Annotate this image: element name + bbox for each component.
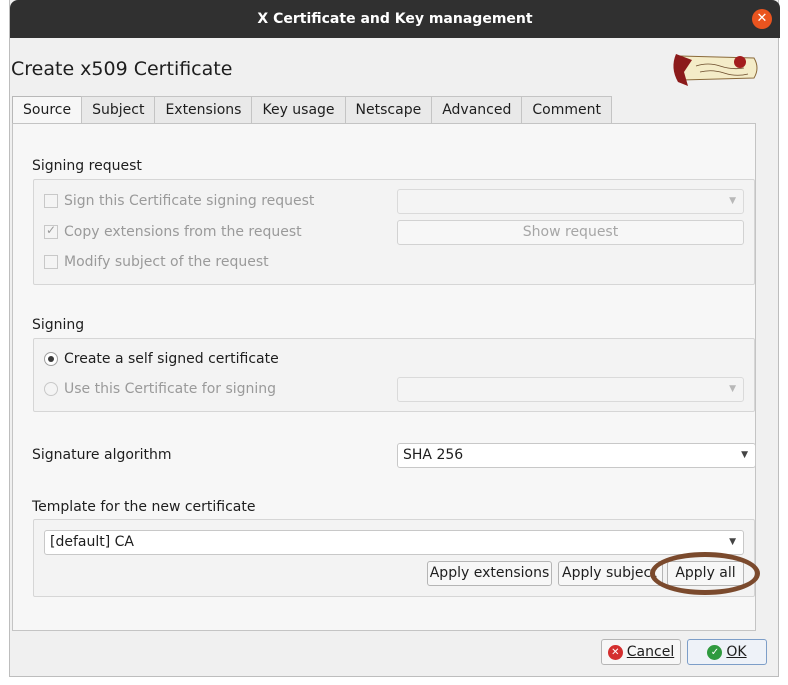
tab-subject[interactable]: Subject — [81, 96, 156, 124]
highlight-ellipse — [650, 552, 760, 595]
sign-csr-label: Sign this Certificate signing request — [64, 193, 315, 209]
signature-algorithm-label: Signature algorithm — [32, 447, 172, 463]
tab-advanced[interactable]: Advanced — [431, 96, 523, 124]
chevron-down-icon: ▼ — [741, 450, 748, 460]
use-cert-radio[interactable]: Use this Certificate for signing — [44, 381, 276, 397]
signing-cert-select[interactable]: ▼ — [397, 377, 744, 402]
cancel-label: Cancel — [626, 644, 675, 660]
modify-subject-checkbox[interactable]: Modify subject of the request — [44, 254, 269, 270]
template-select[interactable]: [default] CA ▼ — [44, 530, 744, 555]
radio-dot — [48, 356, 54, 362]
modify-subject-label: Modify subject of the request — [64, 254, 269, 270]
cancel-button[interactable]: ✕ Cancel — [601, 639, 681, 665]
tab-extensions[interactable]: Extensions — [154, 96, 253, 124]
signature-algorithm-select[interactable]: SHA 256 ▼ — [397, 443, 756, 468]
ok-label: OK — [726, 644, 747, 660]
close-icon[interactable]: ✕ — [752, 9, 772, 29]
cancel-icon: ✕ — [607, 644, 623, 660]
self-signed-label: Create a self signed certificate — [64, 351, 279, 367]
template-value: [default] CA — [50, 534, 134, 550]
tab-comment[interactable]: Comment — [521, 96, 612, 124]
signature-algorithm-value: SHA 256 — [403, 447, 464, 463]
tab-bar: Source Subject Extensions Key usage Nets… — [12, 96, 612, 126]
scroll-logo — [662, 48, 762, 94]
self-signed-radio[interactable]: Create a self signed certificate — [44, 351, 279, 367]
check-icon: ✓ — [46, 223, 57, 237]
dialog-heading: Create x509 Certificate — [11, 58, 233, 80]
checkbox-box — [44, 194, 58, 208]
show-request-button[interactable]: Show request — [397, 220, 744, 245]
tab-netscape[interactable]: Netscape — [344, 96, 433, 124]
apply-extensions-button[interactable]: Apply extensions — [427, 561, 552, 586]
ok-icon: ✓ — [707, 644, 723, 660]
checkbox-box: ✓ — [44, 223, 58, 239]
chevron-down-icon: ▼ — [729, 196, 736, 206]
radio-circle — [44, 382, 58, 396]
ok-button[interactable]: ✓ OK — [687, 639, 767, 665]
window-title: X Certificate and Key management — [257, 11, 533, 27]
tab-source[interactable]: Source — [12, 96, 83, 126]
copy-extensions-label: Copy extensions from the request — [64, 224, 302, 240]
template-label: Template for the new certificate — [32, 499, 256, 515]
title-bar: X Certificate and Key management ✕ — [10, 0, 780, 38]
chevron-down-icon: ▼ — [729, 537, 736, 547]
apply-subject-button[interactable]: Apply subject — [558, 561, 663, 586]
signing-request-label: Signing request — [32, 158, 142, 174]
checkbox-box — [44, 255, 58, 269]
tab-key-usage[interactable]: Key usage — [251, 96, 346, 124]
request-select[interactable]: ▼ — [397, 189, 744, 214]
radio-circle — [44, 352, 58, 366]
chevron-down-icon: ▼ — [729, 384, 736, 394]
use-cert-label: Use this Certificate for signing — [64, 381, 277, 397]
sign-csr-checkbox[interactable]: Sign this Certificate signing request — [44, 193, 314, 209]
copy-extensions-checkbox[interactable]: ✓ Copy extensions from the request — [44, 223, 302, 240]
signing-label: Signing — [32, 317, 85, 333]
